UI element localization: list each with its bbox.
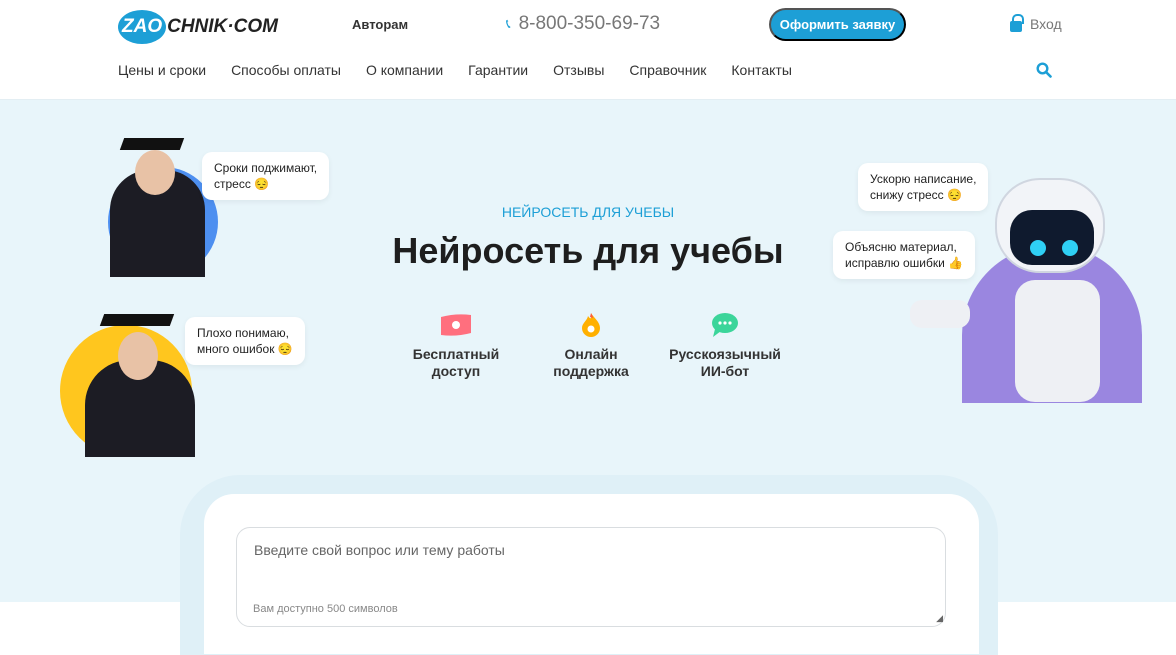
graduation-cap-icon [119, 138, 185, 150]
search-icon[interactable] [1036, 62, 1052, 78]
chat-icon [655, 312, 795, 338]
nav-reviews[interactable]: Отзывы [553, 62, 604, 78]
phone-link[interactable]: 📞︎ 8-800-350-69-73 [506, 13, 660, 35]
hero-eyebrow: НЕЙРОСЕТЬ ДЛЯ УЧЕБЫ [501, 204, 675, 220]
authors-link[interactable]: Авторам [352, 17, 408, 32]
robot-hand [910, 300, 970, 328]
order-button[interactable]: Оформить заявку [769, 8, 906, 41]
logo-mark: ZAO [118, 10, 167, 44]
flame-icon [521, 312, 661, 338]
speech-bubble: Плохо понимаю, много ошибок 😔 [185, 317, 305, 365]
phone-icon: 📞︎ [506, 16, 511, 31]
feature-russian-bot: Русскоязычный ИИ-бот [655, 312, 795, 380]
resize-handle-icon[interactable]: ◢ [936, 613, 943, 624]
money-icon [386, 312, 526, 338]
feature-online-support: Онлайн поддержка [521, 312, 661, 380]
lock-icon [1010, 13, 1024, 32]
question-input[interactable]: Введите свой вопрос или тему работы Вам … [236, 527, 946, 627]
student-face [135, 150, 175, 195]
graduation-cap-icon [99, 314, 175, 326]
nav-payment[interactable]: Способы оплаты [231, 62, 341, 78]
login-link[interactable]: Вход [1010, 13, 1062, 32]
main-nav: Цены и сроки Способы оплаты О компании Г… [118, 62, 792, 78]
speech-bubble: Сроки поджимают, стресс 😔 [202, 152, 330, 200]
logo-text: CHNIK·COM [167, 16, 278, 37]
header: ZAO CHNIK·COM Авторам 📞︎ 8-800-350-69-73 О… [0, 0, 1176, 100]
nav-contacts[interactable]: Контакты [731, 62, 791, 78]
character-counter: Вам доступно 500 символов [253, 603, 398, 615]
feature-free-access: Бесплатный доступ [386, 312, 526, 380]
nav-guarantees[interactable]: Гарантии [468, 62, 528, 78]
question-placeholder: Введите свой вопрос или тему работы [254, 542, 505, 558]
page-title: Нейросеть для учебы [392, 230, 784, 271]
nav-reference[interactable]: Справочник [629, 62, 706, 78]
student-face [118, 332, 158, 380]
nav-prices[interactable]: Цены и сроки [118, 62, 206, 78]
phone-number: 8-800-350-69-73 [518, 13, 661, 34]
login-label: Вход [1030, 16, 1062, 32]
logo[interactable]: ZAO CHNIK·COM [118, 10, 278, 44]
nav-about[interactable]: О компании [366, 62, 443, 78]
robot-body [1015, 280, 1100, 402]
